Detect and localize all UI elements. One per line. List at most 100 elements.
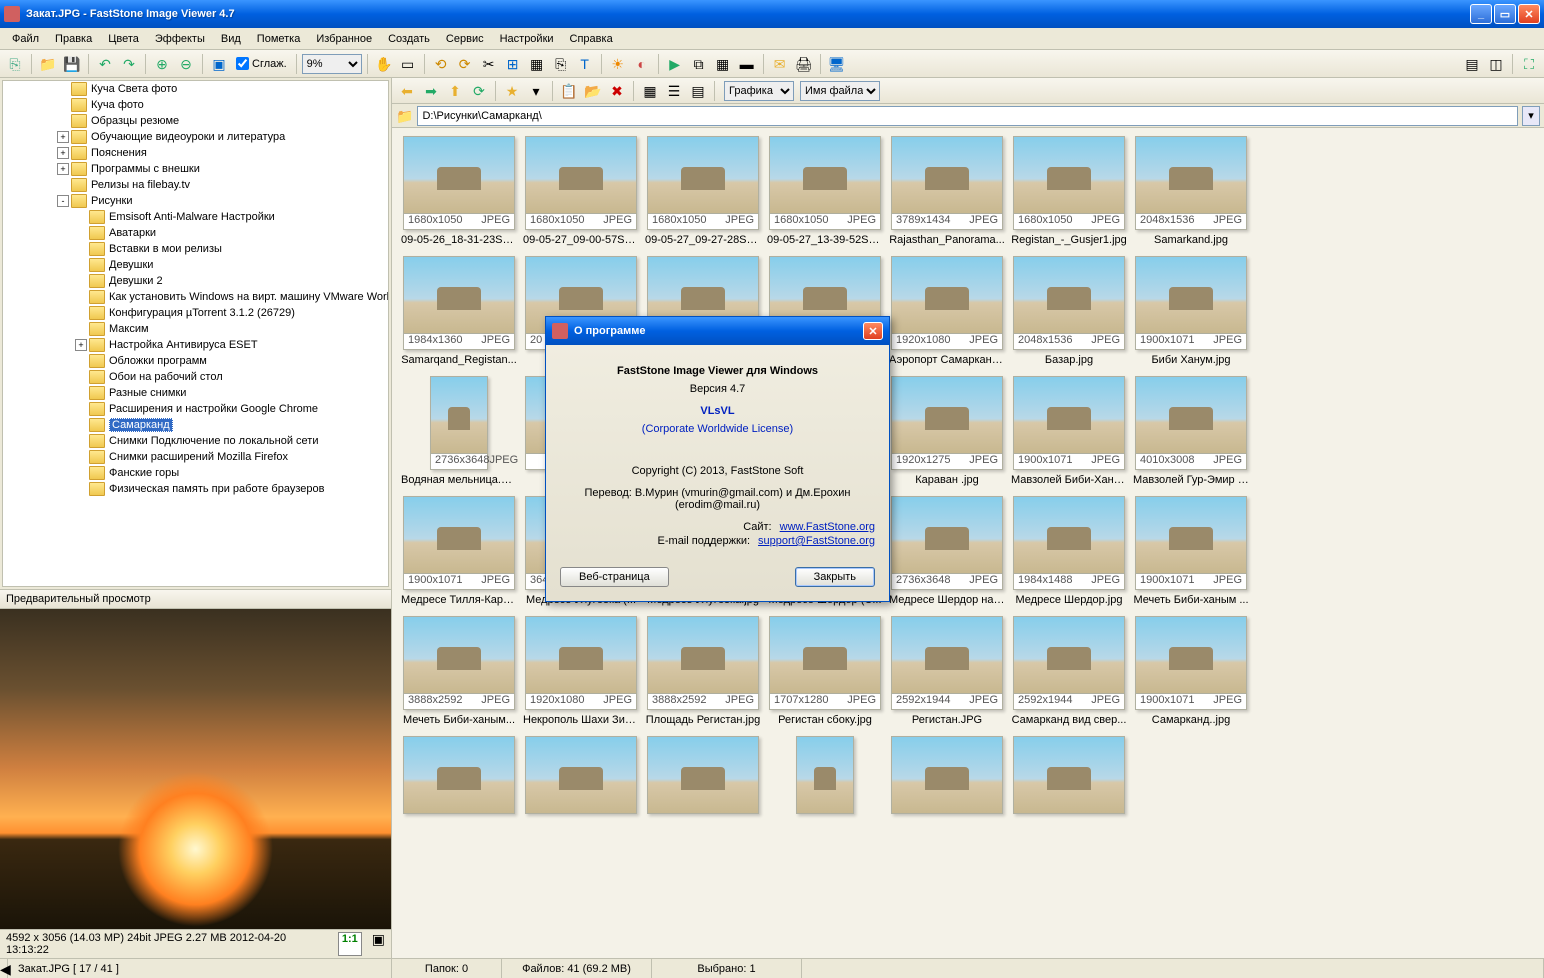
tree-item[interactable]: Снимки Подключение по локальной сети bbox=[3, 433, 389, 449]
view-list-icon[interactable]: ☰ bbox=[663, 80, 685, 102]
dialog-close-btn[interactable]: Закрыть bbox=[795, 567, 875, 587]
tree-item[interactable]: Девушки bbox=[3, 257, 389, 273]
fav-list-icon[interactable]: ▾ bbox=[525, 80, 547, 102]
tree-item[interactable]: Фанские горы bbox=[3, 465, 389, 481]
thumbnail[interactable]: 1984x1360JPEGSamarqand_Registan... bbox=[400, 256, 518, 366]
thumbnail[interactable]: 2048x1536JPEGБазар.jpg bbox=[1010, 256, 1128, 366]
thumbnail[interactable]: 1680x1050JPEG09-05-27_09-00-57Sa... bbox=[522, 136, 640, 246]
menu-edit[interactable]: Правка bbox=[47, 31, 100, 47]
color-icon[interactable]: ◐ bbox=[631, 53, 653, 75]
tree-item[interactable]: +Программы с внешки bbox=[3, 161, 389, 177]
preview-fit-icon[interactable]: ▣ bbox=[372, 932, 385, 956]
undo-icon[interactable]: ↶ bbox=[94, 53, 116, 75]
thumbnail[interactable]: 1984x1488JPEGМедресе Шердор.jpg bbox=[1010, 496, 1128, 606]
fullscreen2-icon[interactable]: ⛶ bbox=[1518, 53, 1540, 75]
tree-item[interactable]: Конфигурация µTorrent 3.1.2 (26729) bbox=[3, 305, 389, 321]
menu-effects[interactable]: Эффекты bbox=[147, 31, 213, 47]
tree-item[interactable]: +Пояснения bbox=[3, 145, 389, 161]
zoom-out-icon[interactable]: ⊖ bbox=[175, 53, 197, 75]
dialog-close-button[interactable]: ✕ bbox=[863, 322, 883, 340]
move-to-icon[interactable]: 📂 bbox=[582, 80, 604, 102]
dialog-titlebar[interactable]: О программе ✕ bbox=[546, 317, 889, 345]
thumbnail[interactable]: 1707x1280JPEGРегистан сбоку.jpg bbox=[766, 616, 884, 726]
layout-icon[interactable]: ▤ bbox=[1461, 53, 1483, 75]
strip-icon[interactable]: ▬ bbox=[736, 53, 758, 75]
tree-item[interactable]: Вставки в мои релизы bbox=[3, 241, 389, 257]
convert-icon[interactable]: ⎘ bbox=[4, 53, 26, 75]
view-thumb-icon[interactable]: ▦ bbox=[639, 80, 661, 102]
tree-item[interactable]: Обложки программ bbox=[3, 353, 389, 369]
menu-colors[interactable]: Цвета bbox=[100, 31, 147, 47]
thumbnail[interactable]: 2736x3648JPEGВодяная мельница.JPG bbox=[400, 376, 518, 486]
filter-select[interactable]: Графика bbox=[724, 81, 794, 101]
preview-pane[interactable] bbox=[0, 609, 391, 929]
menu-help[interactable]: Справка bbox=[562, 31, 621, 47]
compare-icon[interactable]: ⧉ bbox=[688, 53, 710, 75]
thumbnail[interactable]: 1920x1080JPEGНекрополь Шахи Зин... bbox=[522, 616, 640, 726]
wallpaper-icon[interactable]: 🖥 bbox=[826, 53, 848, 75]
skin-icon[interactable]: ◫ bbox=[1485, 53, 1507, 75]
thumbnail[interactable] bbox=[400, 736, 518, 814]
redo-icon[interactable]: ↷ bbox=[118, 53, 140, 75]
tree-item[interactable]: Релизы на filebay.tv bbox=[3, 177, 389, 193]
thumbnail[interactable]: 1920x1080JPEGАэропорт Самарканд... bbox=[888, 256, 1006, 366]
tree-item[interactable]: Куча Света фото bbox=[3, 81, 389, 97]
thumbnail[interactable]: 2048x1536JPEGSamarkand.jpg bbox=[1132, 136, 1250, 246]
menu-view[interactable]: Вид bbox=[213, 31, 249, 47]
menu-create[interactable]: Создать bbox=[380, 31, 438, 47]
nav-back-icon[interactable]: ⬅ bbox=[396, 80, 418, 102]
tree-item[interactable]: +Обучающие видеоуроки и литература bbox=[3, 129, 389, 145]
nav-forward-icon[interactable]: ➡ bbox=[420, 80, 442, 102]
rotate-left-icon[interactable]: ⟲ bbox=[430, 53, 452, 75]
tree-item[interactable]: Emsisoft Anti-Malware Настройки bbox=[3, 209, 389, 225]
fullscreen-icon[interactable]: ▣ bbox=[208, 53, 230, 75]
tree-item[interactable]: Снимки расширений Mozilla Firefox bbox=[3, 449, 389, 465]
copy-to-icon[interactable]: 📋 bbox=[558, 80, 580, 102]
text-icon[interactable]: T bbox=[574, 53, 596, 75]
email-icon[interactable]: ✉ bbox=[769, 53, 791, 75]
tree-item[interactable]: Расширения и настройки Google Chrome bbox=[3, 401, 389, 417]
rotate-right-icon[interactable]: ⟳ bbox=[454, 53, 476, 75]
thumbnail[interactable]: 3888x2592JPEGПлощадь Регистан.jpg bbox=[644, 616, 762, 726]
zoom-in-icon[interactable]: ⊕ bbox=[151, 53, 173, 75]
tree-item[interactable]: Обои на рабочий стол bbox=[3, 369, 389, 385]
thumbnail[interactable] bbox=[766, 736, 884, 814]
thumbnail[interactable] bbox=[644, 736, 762, 814]
menu-favorites[interactable]: Избранное bbox=[308, 31, 380, 47]
view-detail-icon[interactable]: ▤ bbox=[687, 80, 709, 102]
print-icon[interactable]: 🖨 bbox=[793, 53, 815, 75]
zoom-select[interactable]: 9% bbox=[302, 54, 362, 74]
thumbnail[interactable]: 1920x1275JPEGКараван .jpg bbox=[888, 376, 1006, 486]
tree-item[interactable]: Образцы резюме bbox=[3, 113, 389, 129]
tree-item[interactable]: Аватарки bbox=[3, 225, 389, 241]
thumbnail[interactable]: 1900x1071JPEGМечеть Биби-ханым ... bbox=[1132, 496, 1250, 606]
tree-item[interactable]: Девушки 2 bbox=[3, 273, 389, 289]
nav-up-icon[interactable]: ⬆ bbox=[444, 80, 466, 102]
dialog-web-button[interactable]: Веб-страница bbox=[560, 567, 669, 587]
tree-item[interactable]: -Рисунки bbox=[3, 193, 389, 209]
tree-item[interactable]: Куча фото bbox=[3, 97, 389, 113]
thumbnail[interactable]: 2592x1944JPEGСамарканд вид свер... bbox=[1010, 616, 1128, 726]
thumbnail[interactable]: 2736x3648JPEGМедресе Шердор на ... bbox=[888, 496, 1006, 606]
tree-item[interactable]: Максим bbox=[3, 321, 389, 337]
save-icon[interactable]: 💾 bbox=[61, 53, 83, 75]
folder-tree[interactable]: Куча Света фотоКуча фотоОбразцы резюме+О… bbox=[2, 80, 389, 587]
slideshow-icon[interactable]: ▶ bbox=[664, 53, 686, 75]
hand-icon[interactable]: ✋ bbox=[373, 53, 395, 75]
open-icon[interactable]: 📁 bbox=[37, 53, 59, 75]
thumbnail[interactable]: 1900x1071JPEGМавзолей Биби-Хану... bbox=[1010, 376, 1128, 486]
delete-icon[interactable]: ✖ bbox=[606, 80, 628, 102]
menu-mark[interactable]: Пометка bbox=[249, 31, 309, 47]
clone-icon[interactable]: ⎘ bbox=[550, 53, 572, 75]
thumbnail[interactable]: 1680x1050JPEG09-05-26_18-31-23Sa... bbox=[400, 136, 518, 246]
preview-ratio[interactable]: 1:1 bbox=[338, 932, 362, 956]
tree-item[interactable]: Как установить Windows на вирт. машину V… bbox=[3, 289, 389, 305]
thumbnail[interactable]: 4010x3008JPEGМавзолей Гур-Эмир -... bbox=[1132, 376, 1250, 486]
dialog-site-link[interactable]: www.FastStone.org bbox=[780, 521, 875, 533]
thumbnail[interactable]: 1680x1050JPEG09-05-27_13-39-52Sa... bbox=[766, 136, 884, 246]
tree-item[interactable]: Физическая память при работе браузеров bbox=[3, 481, 389, 497]
menu-tools[interactable]: Сервис bbox=[438, 31, 492, 47]
nav-refresh-icon[interactable]: ⟳ bbox=[468, 80, 490, 102]
tree-item[interactable]: +Настройка Антивируса ESET bbox=[3, 337, 389, 353]
adjust-icon[interactable]: ☀ bbox=[607, 53, 629, 75]
